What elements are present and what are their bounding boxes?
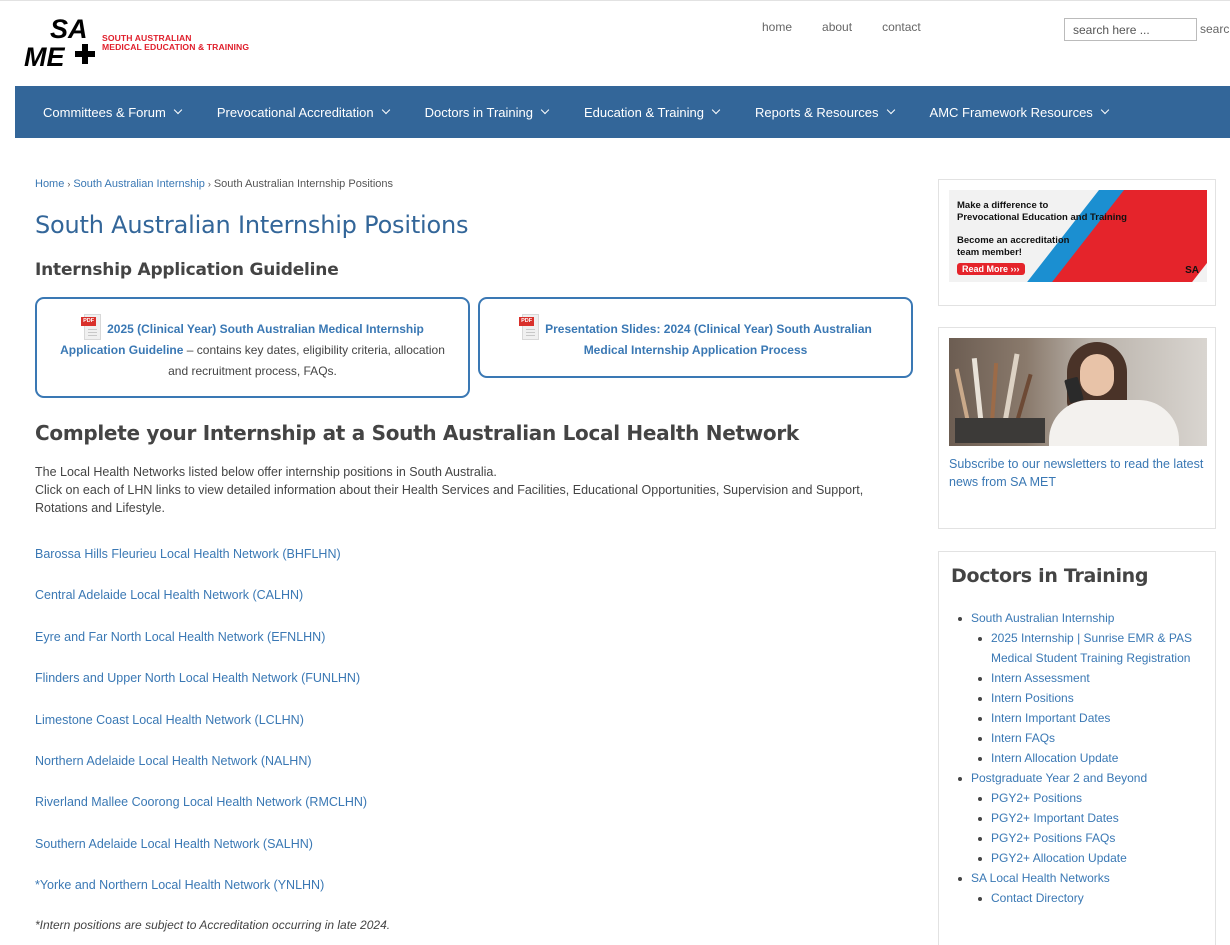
lhn-link-efnlhn[interactable]: Eyre and Far North Local Health Network …: [35, 629, 367, 670]
menu-item-pgy2-positions-faqs[interactable]: PGY2+ Positions FAQs: [951, 828, 1209, 848]
breadcrumb-internship[interactable]: South Australian Internship: [73, 178, 204, 190]
nav-label: AMC Framework Resources: [929, 104, 1093, 120]
svg-text:SA: SA: [50, 14, 88, 44]
newsletter-widget: Subscribe to our newsletters to read the…: [938, 327, 1216, 529]
guideline-document-box: PDF 2025 (Clinical Year) South Australian…: [35, 297, 470, 398]
pdf-file-icon: PDF: [519, 314, 540, 340]
breadcrumb-separator: ›: [67, 179, 71, 189]
doctors-in-training-widget: Doctors in Training South Australian Int…: [938, 551, 1216, 945]
chevron-down-icon: [886, 105, 895, 115]
breadcrumb-separator: ›: [207, 179, 211, 189]
logo-tagline: SOUTH AUSTRALIAN MEDICAL EDUCATION & TRA…: [102, 33, 250, 52]
chevron-down-icon: [711, 105, 721, 115]
accreditation-banner-widget: Make a difference to Prevocational Educa…: [938, 179, 1216, 306]
pdf-file-icon: PDF: [81, 314, 102, 340]
nav-committees-forum[interactable]: Committees & Forum: [43, 104, 183, 120]
page-title: South Australian Internship Positions: [35, 211, 469, 239]
page-subtitle: Internship Application Guideline: [35, 260, 339, 280]
breadcrumb-wrapper: Home › South Australian Internship › South A…: [35, 178, 915, 190]
widget-title: Doctors in Training: [951, 565, 1149, 587]
lhn-link-list: Barossa Hills Fleurieu Local Health Netw…: [35, 546, 367, 919]
newsletter-link[interactable]: Subscribe to our newsletters to read the…: [949, 455, 1211, 491]
accreditation-banner[interactable]: Make a difference to Prevocational Educa…: [949, 190, 1207, 282]
svg-text:ME: ME: [24, 42, 65, 70]
banner-subtitle: Become an accreditation team member!: [957, 235, 1070, 258]
breadcrumb-home[interactable]: Home: [35, 178, 64, 190]
lhn-link-nalhn[interactable]: Northern Adelaide Local Health Network (…: [35, 753, 367, 794]
nav-education-training[interactable]: Education & Training: [584, 104, 721, 120]
breadcrumb: Home › South Australian Internship › South A…: [35, 178, 915, 190]
menu-item-pgy2-allocation-update[interactable]: PGY2+ Allocation Update: [951, 848, 1209, 868]
top-links: home about contact: [762, 20, 921, 34]
section-heading: Complete your Internship at a South Aust…: [35, 421, 799, 445]
lhn-link-salhn[interactable]: Southern Adelaide Local Health Network (…: [35, 836, 367, 877]
nav-reports-resources[interactable]: Reports & Resources: [754, 104, 895, 120]
doctors-in-training-menu: South Australian Internship 2025 Interns…: [951, 608, 1209, 908]
menu-item-intern-important-dates[interactable]: Intern Important Dates: [951, 708, 1209, 728]
chevron-down-icon: [1100, 105, 1110, 115]
breadcrumb-current: South Australian Internship Positions: [213, 178, 393, 190]
accreditation-footnote: *Intern positions are subject to Accredi…: [35, 918, 391, 932]
menu-item-sa-internship[interactable]: South Australian Internship: [951, 608, 1209, 628]
slides-pdf-link[interactable]: Presentation Slides: 2024 (Clinical Year…: [545, 322, 872, 357]
nav-label: Prevocational Accreditation: [216, 104, 374, 120]
nav-doctors-in-training[interactable]: Doctors in Training: [424, 104, 550, 120]
menu-item-intern-positions[interactable]: Intern Positions: [951, 688, 1209, 708]
nav-label: Committees & Forum: [43, 104, 166, 120]
lhn-link-rmclhn[interactable]: Riverland Mallee Coorong Local Health Ne…: [35, 794, 367, 835]
chevron-down-icon: [381, 105, 390, 115]
banner-title: Make a difference to Prevocational Educa…: [957, 200, 1127, 223]
search-input[interactable]: [1064, 18, 1197, 41]
menu-item-intern-allocation-update[interactable]: Intern Allocation Update: [951, 748, 1209, 768]
nav-amc-framework-resources[interactable]: AMC Framework Resources: [929, 104, 1110, 120]
nav-label: Education & Training: [584, 104, 704, 120]
newsletter-photo[interactable]: [949, 338, 1207, 446]
nav-prevocational-accreditation[interactable]: Prevocational Accreditation: [216, 104, 390, 120]
nav-label: Doctors in Training: [424, 104, 534, 120]
paintbrushes-image: [955, 353, 1045, 443]
toplink-home[interactable]: home: [762, 20, 792, 34]
slides-document-box: PDF Presentation Slides: 2024 (Clinical Y…: [478, 297, 913, 378]
menu-item-sa-lhns[interactable]: SA Local Health Networks: [951, 868, 1209, 888]
intro-text: The Local Health Networks listed below o…: [35, 465, 864, 515]
nav-label: Reports & Resources: [754, 104, 879, 120]
lhn-link-lclhn[interactable]: Limestone Coast Local Health Network (LC…: [35, 712, 367, 753]
chevron-down-icon: [540, 105, 550, 115]
person-face: [1080, 354, 1114, 396]
menu-item-intern-assessment[interactable]: Intern Assessment: [951, 668, 1209, 688]
site-logo[interactable]: SA ME SOUTH AUSTRALIAN MEDICAL EDUCATION…: [22, 14, 262, 70]
chevron-down-icon: [173, 105, 183, 115]
guideline-description: – contains key dates, eligibility criter…: [168, 343, 445, 378]
menu-item-intern-faqs[interactable]: Intern FAQs: [951, 728, 1209, 748]
menu-item-pgy2-important-dates[interactable]: PGY2+ Important Dates: [951, 808, 1209, 828]
lhn-link-funlhn[interactable]: Flinders and Upper North Local Health Ne…: [35, 670, 367, 711]
main-navigation: Committees & Forum Prevocational Accredi…: [15, 86, 1230, 138]
toplink-contact[interactable]: contact: [882, 20, 921, 34]
site-header: SA ME SOUTH AUSTRALIAN MEDICAL EDUCATION…: [0, 0, 1230, 86]
lhn-link-calhn[interactable]: Central Adelaide Local Health Network (C…: [35, 587, 367, 628]
sa-met-logo-mark: SA ME: [24, 14, 95, 70]
menu-item-pgy2-positions[interactable]: PGY2+ Positions: [951, 788, 1209, 808]
banner-logo-mark: SA: [1185, 265, 1199, 276]
lhn-link-ynlhn[interactable]: *Yorke and Northern Local Health Network…: [35, 877, 367, 918]
menu-item-contact-directory[interactable]: Contact Directory: [951, 888, 1209, 908]
search-button[interactable]: searc: [1200, 22, 1229, 36]
menu-item-pgy2-beyond[interactable]: Postgraduate Year 2 and Beyond: [951, 768, 1209, 788]
person-body: [1049, 400, 1179, 446]
lhn-link-bhflhn[interactable]: Barossa Hills Fleurieu Local Health Netw…: [35, 546, 367, 587]
banner-read-more-button[interactable]: Read More ›››: [957, 263, 1025, 275]
menu-item-sunrise-emr[interactable]: 2025 Internship | Sunrise EMR & PAS Medi…: [951, 628, 1209, 668]
toplink-about[interactable]: about: [822, 20, 852, 34]
